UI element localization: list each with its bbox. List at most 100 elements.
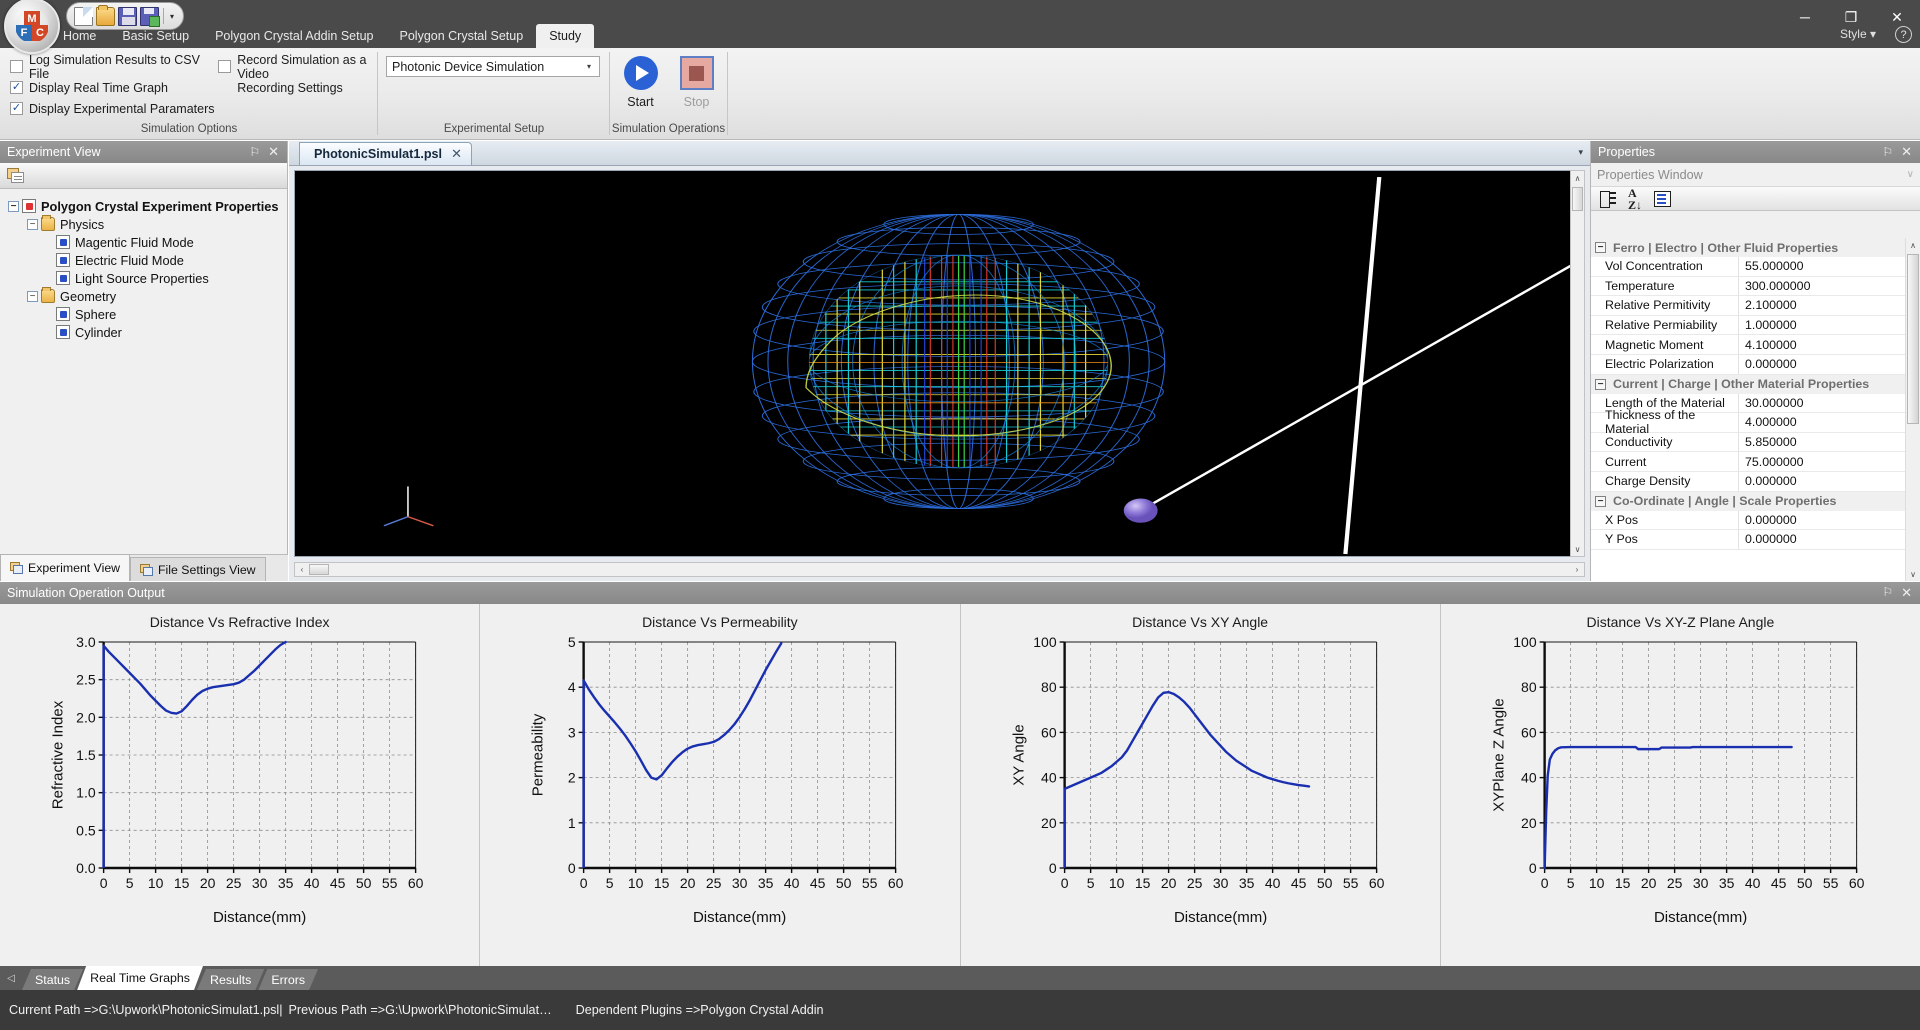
tree-toggle-icon[interactable]: −: [27, 218, 38, 230]
property-value[interactable]: 0.000000: [1739, 471, 1920, 491]
property-row[interactable]: Vol Concentration 55.000000: [1591, 257, 1920, 277]
property-group-header[interactable]: − Current | Charge | Other Material Prop…: [1591, 374, 1920, 394]
checkbox-display-experimental-parameters[interactable]: Display Experimental Paramaters: [10, 98, 218, 119]
tab-errors[interactable]: Errors: [258, 969, 318, 990]
property-row[interactable]: Temperature 300.000000: [1591, 276, 1920, 297]
tab-scroll-left-icon[interactable]: ◁: [0, 966, 22, 990]
start-simulation-button[interactable]: Start: [615, 54, 667, 109]
viewport-vertical-scrollbar[interactable]: ∧ ∨: [1570, 170, 1585, 557]
property-row[interactable]: Conductivity 5.850000: [1591, 432, 1920, 453]
categorized-icon[interactable]: [1600, 191, 1616, 208]
property-row[interactable]: Charge Density 0.000000: [1591, 471, 1920, 492]
document-tab-photonicsimulat1[interactable]: PhotonicSimulat1.psl ✕: [299, 142, 472, 165]
tree-node-physics[interactable]: − Physics: [27, 215, 287, 233]
property-pages-icon[interactable]: [1654, 191, 1672, 207]
tree-node-experiment-properties[interactable]: − Polygon Crystal Experiment Properties: [8, 197, 287, 215]
property-value[interactable]: 0.000000: [1739, 510, 1920, 530]
tree-node-light-source-properties[interactable]: Light Source Properties: [56, 269, 287, 287]
close-icon[interactable]: ✕: [451, 146, 462, 162]
property-row[interactable]: Magnetic Moment 4.100000: [1591, 335, 1920, 355]
application-menu-orb[interactable]: MFC: [4, 0, 60, 54]
property-value[interactable]: 1.000000: [1739, 315, 1920, 335]
open-folder-icon[interactable]: [96, 4, 115, 26]
tree-node-cylinder[interactable]: Cylinder: [56, 323, 287, 341]
tree-toggle-icon[interactable]: −: [1595, 378, 1606, 390]
tab-experiment-view[interactable]: Experiment View: [0, 554, 131, 581]
property-row[interactable]: Electric Polarization 0.000000: [1591, 354, 1920, 375]
help-button[interactable]: ?: [1895, 26, 1912, 43]
pin-icon[interactable]: ⚐: [1882, 585, 1893, 601]
tab-polygon-crystal-addin-setup[interactable]: Polygon Crystal Addin Setup: [202, 24, 386, 48]
3d-viewport[interactable]: [294, 170, 1585, 557]
tree-node-sphere[interactable]: Sphere: [56, 305, 287, 323]
scroll-right-icon[interactable]: ›: [1570, 563, 1584, 576]
new-document-icon[interactable]: [74, 6, 93, 26]
tree-toggle-icon[interactable]: −: [1595, 495, 1606, 507]
checkbox-log-csv[interactable]: Log Simulation Results to CSV File: [10, 53, 218, 81]
property-group-header[interactable]: − Ferro | Electro | Other Fluid Properti…: [1591, 238, 1920, 257]
close-icon[interactable]: ✕: [1901, 585, 1912, 601]
property-row[interactable]: Current 75.000000: [1591, 452, 1920, 472]
checkbox-log-csv-box[interactable]: [10, 60, 23, 73]
tab-study[interactable]: Study: [536, 24, 595, 48]
simulation-type-combo[interactable]: Photonic Device Simulation ▾: [386, 56, 600, 77]
property-value[interactable]: 30.000000: [1739, 393, 1920, 413]
tree-node-magnetic-fluid-mode[interactable]: Magentic Fluid Mode: [56, 233, 287, 251]
property-value[interactable]: 4.100000: [1739, 335, 1920, 354]
chevron-down-icon[interactable]: ▾: [581, 62, 597, 71]
tree-node-electric-fluid-mode[interactable]: Electric Fluid Mode: [56, 251, 287, 269]
qat-overflow-icon[interactable]: ▾: [168, 12, 174, 21]
resize-grip-icon[interactable]: [943, 563, 957, 576]
property-row[interactable]: Relative Permitivity 2.100000: [1591, 296, 1920, 316]
style-menu-button[interactable]: Style ▾: [1840, 27, 1876, 41]
properties-grid[interactable]: − Ferro | Electro | Other Fluid Properti…: [1591, 238, 1920, 581]
tab-file-settings-view[interactable]: File Settings View: [130, 557, 266, 581]
stop-simulation-button[interactable]: Stop: [671, 54, 723, 109]
tab-polygon-crystal-setup[interactable]: Polygon Crystal Setup: [387, 24, 537, 48]
vertical-scroll-thumb[interactable]: [1572, 187, 1583, 211]
properties-icon[interactable]: [7, 167, 25, 184]
property-value[interactable]: 4.000000: [1739, 413, 1920, 432]
property-row[interactable]: Relative Permiability 1.000000: [1591, 315, 1920, 336]
property-value[interactable]: 0.000000: [1739, 354, 1920, 374]
chevron-down-icon[interactable]: ▾: [1578, 147, 1583, 158]
close-icon[interactable]: ✕: [1901, 144, 1912, 160]
property-value[interactable]: 5.850000: [1739, 432, 1920, 452]
checkbox-record-video-box[interactable]: [218, 60, 232, 73]
tab-real-time-graphs[interactable]: Real Time Graphs: [77, 966, 203, 990]
pin-icon[interactable]: ⚐: [249, 145, 260, 159]
save-icon[interactable]: [118, 6, 137, 26]
properties-scrollbar[interactable]: ∧ ∨: [1905, 238, 1920, 581]
property-value[interactable]: 2.100000: [1739, 296, 1920, 315]
viewport-horizontal-scrollbar[interactable]: ‹ ›: [294, 562, 1585, 577]
checkbox-record-video[interactable]: Record Simulation as a Video: [218, 53, 376, 81]
property-row[interactable]: X Pos 0.000000: [1591, 510, 1920, 531]
checkbox-display-real-time-graph-box[interactable]: [10, 81, 23, 94]
property-value[interactable]: 0.000000: [1739, 530, 1920, 549]
tab-status[interactable]: Status: [22, 969, 83, 990]
scroll-left-icon[interactable]: ‹: [295, 563, 309, 576]
property-row[interactable]: Thickness of the Material 4.000000: [1591, 408, 1920, 436]
chevron-down-icon[interactable]: ∨: [1907, 169, 1914, 180]
tab-results[interactable]: Results: [197, 969, 264, 990]
checkbox-display-experimental-parameters-box[interactable]: [10, 102, 23, 115]
property-value[interactable]: 300.000000: [1739, 276, 1920, 296]
scroll-down-icon[interactable]: ∨: [1906, 567, 1920, 581]
scroll-down-icon[interactable]: ∨: [1571, 542, 1584, 556]
tree-node-geometry[interactable]: − Geometry: [27, 287, 287, 305]
property-value[interactable]: 55.000000: [1739, 257, 1920, 276]
properties-scroll-thumb[interactable]: [1907, 254, 1919, 424]
property-group-header[interactable]: − Co-Ordinate | Angle | Scale Properties: [1591, 491, 1920, 511]
property-row[interactable]: Y Pos 0.000000: [1591, 530, 1920, 550]
property-value[interactable]: 75.000000: [1739, 452, 1920, 471]
close-icon[interactable]: ✕: [268, 144, 279, 160]
alphabetical-icon[interactable]: A Z↓: [1628, 187, 1642, 211]
save-as-icon[interactable]: [140, 6, 160, 27]
tree-toggle-icon[interactable]: −: [1595, 242, 1606, 253]
pin-icon[interactable]: ⚐: [1882, 145, 1893, 159]
tree-toggle-icon[interactable]: −: [8, 200, 19, 212]
horizontal-scroll-thumb[interactable]: [309, 564, 329, 575]
scroll-up-icon[interactable]: ∧: [1906, 238, 1920, 252]
scroll-up-icon[interactable]: ∧: [1571, 171, 1584, 185]
tree-toggle-icon[interactable]: −: [27, 290, 38, 302]
